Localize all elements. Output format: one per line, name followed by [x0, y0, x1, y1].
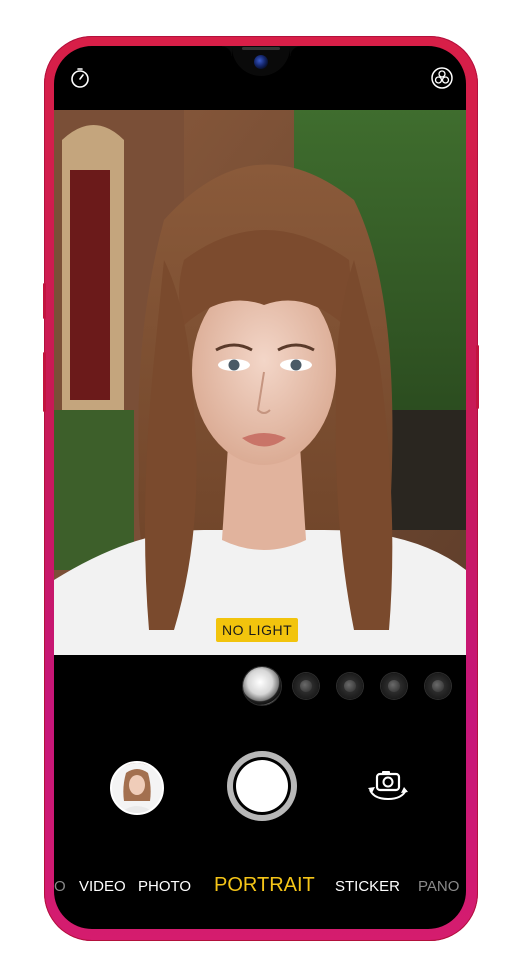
shutter-ring — [233, 757, 291, 815]
viewfinder-preview — [54, 110, 466, 655]
mode-item-photo[interactable]: PHOTO — [138, 878, 191, 895]
camera-mode-strip: O VIDEO PHOTO PORTRAIT STICKER PANO — [54, 872, 466, 902]
timer-icon[interactable] — [68, 66, 92, 90]
switch-camera-icon[interactable] — [364, 768, 412, 804]
lighting-mode-badge: NO LIGHT — [216, 618, 299, 642]
effect-option[interactable] — [425, 673, 451, 699]
speaker-grille — [242, 47, 280, 50]
viewfinder[interactable] — [54, 110, 466, 655]
effect-thumb — [344, 680, 356, 692]
mode-item-video[interactable]: VIDEO — [79, 878, 126, 895]
gallery-preview — [112, 763, 162, 813]
effect-option-selected[interactable] — [243, 667, 281, 705]
notch — [222, 46, 300, 76]
mode-item-partial[interactable]: O — [54, 878, 66, 895]
effect-thumb — [388, 680, 400, 692]
effect-thumb — [300, 680, 312, 692]
effect-option[interactable] — [337, 673, 363, 699]
camera-screen: NO LIGHT O VIDEO PHOTO PORTRAIT STICKER … — [54, 46, 466, 929]
shutter-core — [236, 760, 288, 812]
front-camera-lens — [254, 55, 268, 69]
volume-button — [43, 283, 46, 319]
shutter-button[interactable] — [227, 751, 297, 821]
effect-option[interactable] — [381, 673, 407, 699]
mode-item-sticker[interactable]: STICKER — [335, 878, 400, 895]
volume-button-2 — [43, 352, 46, 412]
gallery-thumbnail[interactable] — [110, 761, 164, 815]
effect-option[interactable] — [293, 673, 319, 699]
effect-thumb — [432, 680, 444, 692]
filters-icon[interactable] — [430, 66, 454, 90]
lighting-effects-selector — [54, 666, 466, 706]
mode-item-portrait[interactable]: PORTRAIT — [214, 874, 315, 897]
mode-item-pano[interactable]: PANO — [418, 878, 459, 895]
power-button — [476, 345, 479, 409]
